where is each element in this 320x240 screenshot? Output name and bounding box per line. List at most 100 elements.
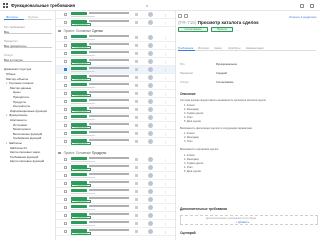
- row-checkbox[interactable]: [64, 206, 67, 209]
- row-checkbox[interactable]: [64, 140, 67, 143]
- list-item[interactable]: ⋮: [56, 220, 175, 228]
- row-checkbox[interactable]: [64, 100, 67, 103]
- more-icon[interactable]: ⋮: [164, 190, 167, 194]
- row-checkbox[interactable]: [64, 198, 67, 201]
- row-checkbox[interactable]: [64, 214, 67, 217]
- row-checkbox[interactable]: [64, 13, 67, 16]
- open-editor-link[interactable]: Открыть в редакторе: [289, 15, 316, 19]
- group-checkbox[interactable]: [58, 151, 61, 155]
- more-icon[interactable]: ⋮: [164, 44, 167, 48]
- filter-status-field[interactable]: Все в статусе: [4, 57, 52, 62]
- row-checkbox[interactable]: [64, 222, 67, 225]
- list-item[interactable]: ⋮: [56, 34, 175, 42]
- row-checkbox[interactable]: [64, 132, 67, 135]
- close-window-icon[interactable]: [310, 3, 314, 8]
- more-icon[interactable]: ⋮: [164, 60, 167, 64]
- list-item[interactable]: В разработке ⋮: [56, 58, 175, 66]
- expand-icon[interactable]: [184, 14, 188, 18]
- window-icon[interactable]: [300, 3, 304, 8]
- list-item[interactable]: В разработке ⋮: [56, 106, 175, 114]
- group-header[interactable]: Проект: Основные Продукты: [58, 151, 106, 155]
- tab-groups[interactable]: Группы: [28, 15, 38, 19]
- tree-item[interactable]: Карта ключевых функций: [4, 159, 54, 164]
- row-checkbox[interactable]: [64, 44, 67, 47]
- tab-attributes[interactable]: Атрибуты: [228, 46, 240, 50]
- list-item[interactable]: В разработке ⋮: [56, 212, 175, 220]
- approval-button[interactable]: Согласование: [178, 27, 208, 32]
- more-icon[interactable]: ⋮: [164, 108, 167, 112]
- more-icon[interactable]: ⋮: [164, 76, 167, 80]
- list-item[interactable]: ⋮: [56, 98, 175, 106]
- more-icon[interactable]: ⋮: [164, 166, 167, 170]
- more-icon[interactable]: ⋮: [164, 36, 167, 40]
- more-icon[interactable]: ⋮: [164, 116, 167, 120]
- row-checkbox[interactable]: [64, 230, 67, 233]
- more-icon[interactable]: ⋮: [164, 140, 167, 144]
- filter-priority-field[interactable]: Все приоритеты: [4, 43, 52, 48]
- list-item[interactable]: ⋮: [56, 114, 175, 122]
- tab-links[interactable]: Связи: [214, 46, 222, 50]
- more-icon[interactable]: ⋮: [164, 132, 167, 136]
- tab-comments[interactable]: Комментарии: [246, 46, 264, 50]
- list-item-selected[interactable]: ⋮: [56, 66, 175, 74]
- list-item[interactable]: ⋮: [56, 188, 175, 196]
- list-item[interactable]: В разработке ⋮: [56, 228, 175, 236]
- more-icon[interactable]: ⋮: [164, 68, 167, 72]
- more-icon[interactable]: ⋮: [164, 198, 167, 202]
- row-checkbox[interactable]: [64, 60, 67, 63]
- list-item[interactable]: ⋮: [56, 11, 175, 19]
- more-icon[interactable]: ⋮: [164, 21, 167, 25]
- list-item[interactable]: В разработке ⋮: [56, 164, 175, 172]
- list-item[interactable]: ⋮: [56, 204, 175, 212]
- row-checkbox[interactable]: [64, 116, 67, 119]
- more-icon[interactable]: ⋮: [164, 206, 167, 210]
- search-icon[interactable]: ⌕: [146, 3, 148, 8]
- list-item[interactable]: В разработке ⋮: [56, 74, 175, 82]
- more-icon[interactable]: ⋮: [164, 92, 167, 96]
- list-item[interactable]: В разработке ⋮: [56, 122, 175, 130]
- more-icon[interactable]: ⋮: [164, 84, 167, 88]
- list-item[interactable]: В разработке ⋮: [56, 180, 175, 188]
- filter-type-field[interactable]: Все: [4, 29, 52, 34]
- row-checkbox[interactable]: [64, 190, 67, 193]
- row-checkbox[interactable]: [64, 92, 67, 95]
- more-icon[interactable]: ⋮: [164, 52, 167, 56]
- list-item[interactable]: ⋮: [56, 156, 175, 164]
- list-item[interactable]: В разработке ⋮: [56, 138, 175, 146]
- row-checkbox[interactable]: [64, 166, 67, 169]
- row-checkbox[interactable]: [64, 124, 67, 127]
- list-item[interactable]: В разработке ⋮: [56, 42, 175, 50]
- list-item[interactable]: В разработке ⋮: [56, 90, 175, 98]
- accepted-button[interactable]: Принято: [211, 27, 233, 32]
- row-checkbox[interactable]: [64, 36, 67, 39]
- more-icon[interactable]: ⋮: [164, 230, 167, 234]
- group-header[interactable]: Проект: Основные Сделки: [58, 29, 103, 33]
- row-checkbox[interactable]: [64, 76, 67, 79]
- list-item[interactable]: В разработке ⋮: [56, 196, 175, 204]
- row-checkbox[interactable]: [64, 108, 67, 111]
- row-checkbox[interactable]: [64, 158, 67, 161]
- more-icon[interactable]: ⋮: [164, 124, 167, 128]
- list-item[interactable]: ⋮: [56, 50, 175, 58]
- row-checkbox[interactable]: [64, 52, 67, 55]
- tab-history[interactable]: История: [198, 46, 209, 50]
- apps-grid-icon[interactable]: [3, 3, 8, 8]
- row-checkbox[interactable]: [64, 68, 67, 71]
- more-icon[interactable]: ⋮: [164, 174, 167, 178]
- row-checkbox[interactable]: [64, 174, 67, 177]
- add-extra-requirement-button[interactable]: + Добавить: [236, 221, 249, 224]
- list-item[interactable]: ⋮: [56, 130, 175, 138]
- prop-priority-value[interactable]: Средний: [216, 72, 227, 75]
- more-icon[interactable]: ⋮: [164, 214, 167, 218]
- prop-type-value[interactable]: Функциональное: [216, 63, 237, 66]
- row-checkbox[interactable]: [64, 182, 67, 185]
- back-icon[interactable]: [178, 14, 182, 18]
- prop-status-value[interactable]: Согласование: [216, 81, 234, 84]
- more-icon[interactable]: ⋮: [164, 100, 167, 104]
- more-icon[interactable]: ⋮: [164, 182, 167, 186]
- list-item[interactable]: ⋮: [56, 172, 175, 180]
- more-icon[interactable]: ⋮: [164, 13, 167, 17]
- more-icon[interactable]: ⋮: [164, 222, 167, 226]
- list-item[interactable]: В разработке ⋮: [56, 19, 175, 27]
- more-icon[interactable]: ⋮: [164, 158, 167, 162]
